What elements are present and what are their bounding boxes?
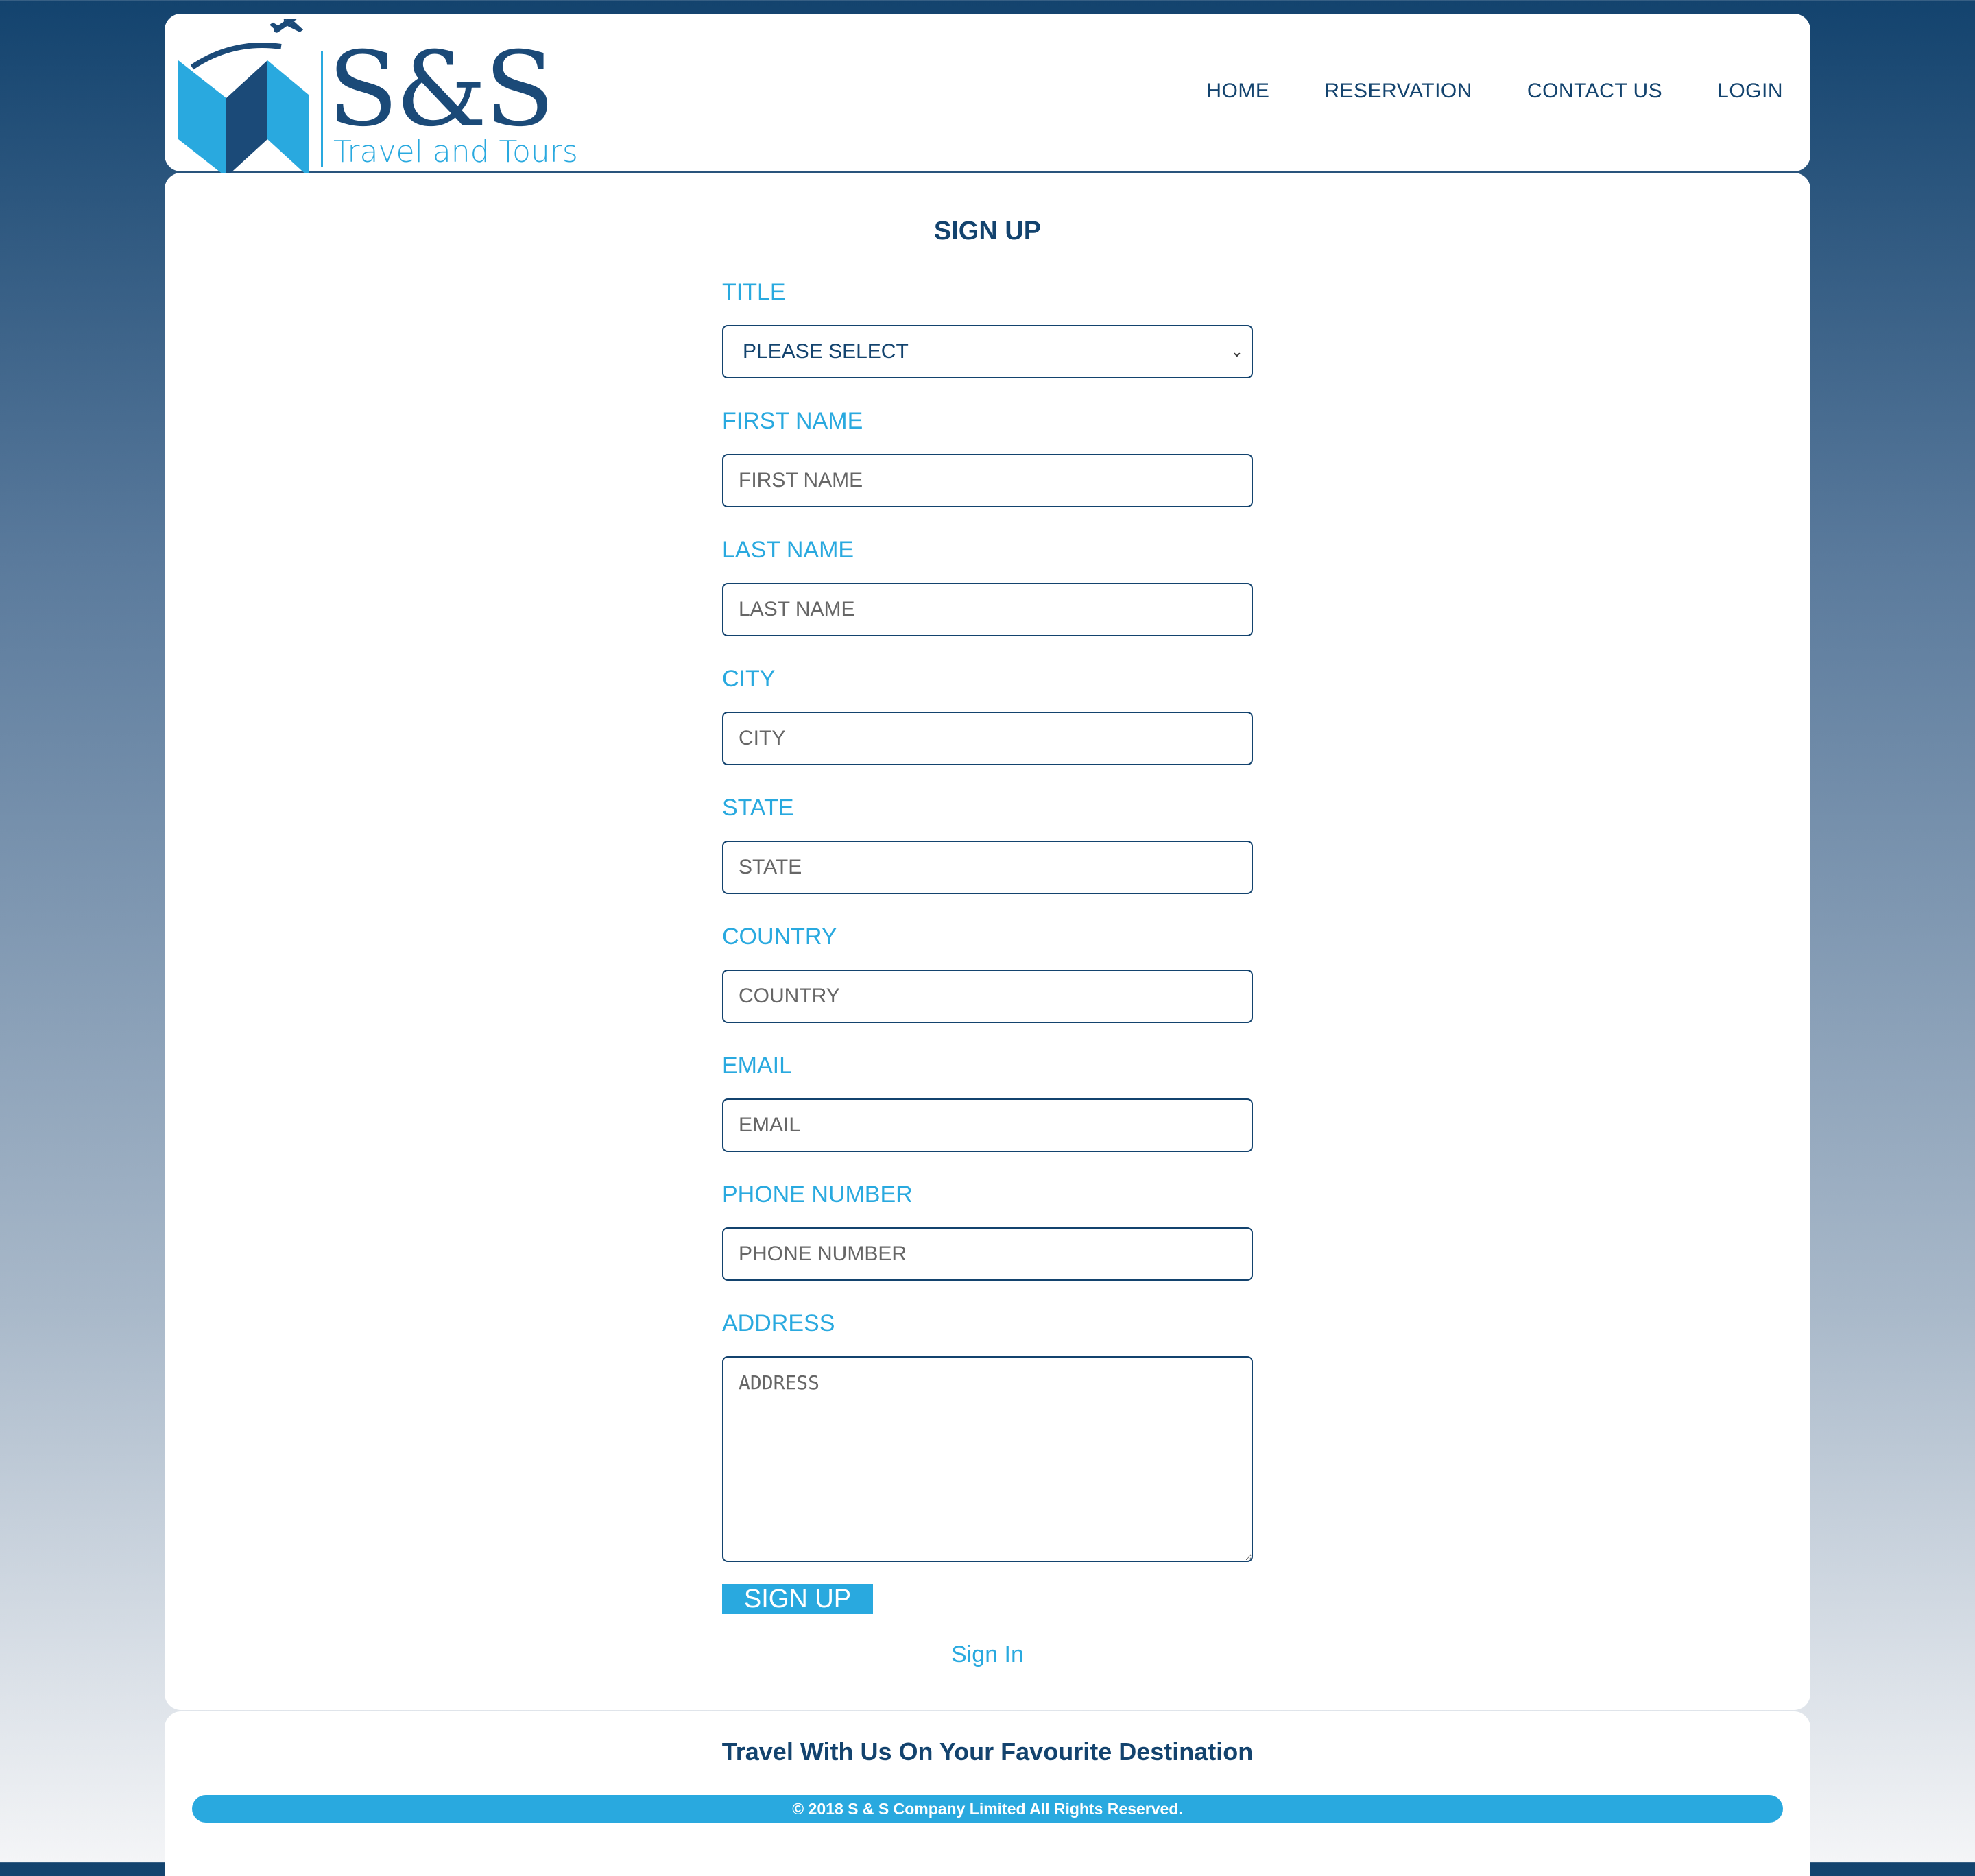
main-nav: HOME RESERVATION CONTACT US LOGIN [1206, 80, 1783, 103]
last-name-input[interactable] [722, 583, 1253, 636]
title-select-value: PLEASE SELECT [743, 340, 909, 363]
phone-input[interactable] [722, 1227, 1253, 1281]
first-name-label: FIRST NAME [722, 408, 863, 434]
city-input[interactable] [722, 712, 1253, 765]
first-name-input[interactable] [722, 454, 1253, 507]
email-input[interactable] [722, 1098, 1253, 1152]
logo-mark-icon [178, 5, 309, 177]
site-header: S&S Travel and Tours HOME RESERVATION CO… [165, 5, 1810, 177]
state-label: STATE [722, 795, 794, 821]
page-title: SIGN UP [933, 217, 1042, 245]
address-textarea[interactable] [722, 1356, 1253, 1562]
country-input[interactable] [722, 970, 1253, 1023]
site-footer: Travel With Us On Your Favourite Destina… [165, 1711, 1810, 1876]
title-select[interactable]: PLEASE SELECT ⌄ [722, 325, 1253, 378]
country-label: COUNTRY [722, 924, 837, 950]
email-label: EMAIL [722, 1053, 793, 1079]
address-label: ADDRESS [722, 1310, 835, 1336]
signup-panel: SIGN UP TITLE PLEASE SELECT ⌄ FIRST NAME… [165, 173, 1810, 1710]
logo-divider [321, 51, 323, 167]
nav-login[interactable]: LOGIN [1717, 80, 1783, 103]
nav-contact-us[interactable]: CONTACT US [1527, 80, 1662, 103]
copyright-bar: © 2018 S & S Company Limited All Rights … [192, 1795, 1783, 1823]
nav-reservation[interactable]: RESERVATION [1324, 80, 1472, 103]
brand-logo[interactable]: S&S Travel and Tours [171, 5, 583, 177]
sign-in-link[interactable]: Sign In [722, 1641, 1253, 1668]
chevron-down-icon: ⌄ [1230, 343, 1243, 360]
city-label: CITY [722, 666, 776, 692]
phone-label: PHONE NUMBER [722, 1181, 913, 1207]
nav-home[interactable]: HOME [1206, 80, 1269, 103]
state-input[interactable] [722, 841, 1253, 894]
brand-tagline: Travel and Tours [333, 134, 578, 169]
signup-form: TITLE PLEASE SELECT ⌄ FIRST NAME LAST NA… [722, 274, 1253, 1668]
brand-name: S&S [328, 30, 555, 149]
sign-up-button[interactable]: SIGN UP [722, 1584, 873, 1614]
last-name-label: LAST NAME [722, 537, 854, 563]
title-label: TITLE [722, 279, 786, 305]
footer-tagline: Travel With Us On Your Favourite Destina… [721, 1737, 1254, 1766]
